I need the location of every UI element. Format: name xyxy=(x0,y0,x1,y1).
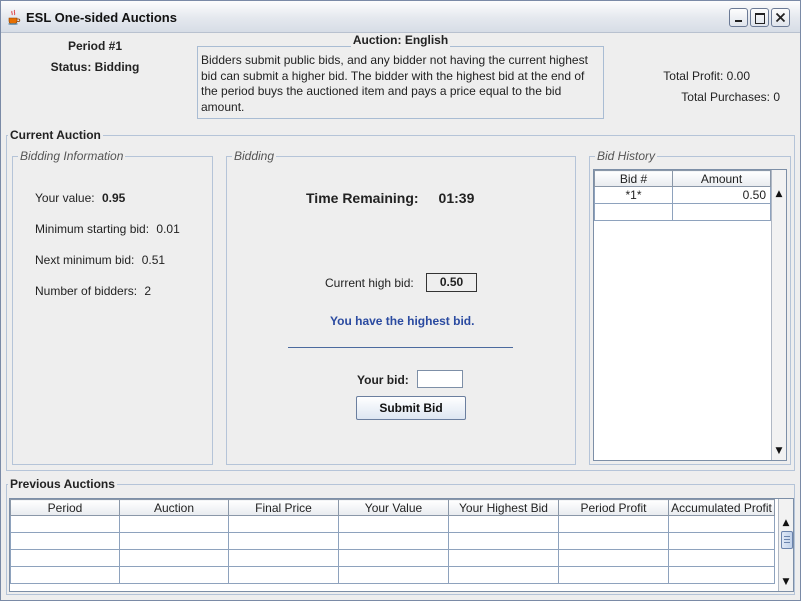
current-high-bid-value: 0.50 xyxy=(426,273,477,292)
table-row[interactable] xyxy=(10,515,775,533)
scroll-up-icon[interactable]: ▲ xyxy=(772,187,786,201)
previous-auctions-table-wrap: Period Auction Final Price Your Value Yo… xyxy=(9,498,794,592)
highest-bid-message: You have the highest bid. xyxy=(330,314,475,328)
bid-number-cell: *1* xyxy=(594,186,673,204)
period-label: Period #1 xyxy=(67,39,123,53)
table-row[interactable] xyxy=(594,203,771,221)
table-row[interactable] xyxy=(10,549,775,567)
time-remaining-label: Time Remaining: xyxy=(306,190,419,206)
table-row[interactable] xyxy=(10,532,775,550)
column-header[interactable]: Final Price xyxy=(228,499,339,516)
column-header[interactable]: Your Highest Bid xyxy=(448,499,559,516)
next-min-value: 0.51 xyxy=(141,253,166,267)
previous-auctions-label: Previous Auctions xyxy=(8,477,117,491)
num-bidders-row: Number of bidders: 2 xyxy=(35,284,152,298)
column-header[interactable]: Period xyxy=(10,499,120,516)
min-start-value: 0.01 xyxy=(156,222,180,236)
maximize-icon xyxy=(755,13,765,24)
total-profit: Total Profit: 0.00 xyxy=(663,69,750,83)
window-title: ESL One-sided Auctions xyxy=(26,10,177,25)
your-bid-input[interactable] xyxy=(417,370,463,388)
time-remaining-value: 01:39 xyxy=(438,190,475,206)
next-min-row: Next minimum bid: 0.51 xyxy=(35,253,166,267)
scroll-thumb[interactable] xyxy=(781,531,793,549)
your-value: 0.95 xyxy=(101,191,126,205)
min-start-row: Minimum starting bid: 0.01 xyxy=(35,222,180,236)
bid-history-label: Bid History xyxy=(595,149,658,163)
scroll-down-icon[interactable]: ▼ xyxy=(772,444,786,458)
time-remaining: Time Remaining: 01:39 xyxy=(306,190,474,206)
minimize-button[interactable] xyxy=(729,8,748,27)
status-label: Status: Bidding xyxy=(50,60,140,74)
scroll-up-icon[interactable]: ▲ xyxy=(779,516,793,530)
maximize-button[interactable] xyxy=(750,8,769,27)
previous-auctions-table: Period Auction Final Price Your Value Yo… xyxy=(10,499,775,584)
close-icon xyxy=(775,12,786,23)
minimize-icon xyxy=(735,20,742,22)
current-auction-label: Current Auction xyxy=(8,128,103,142)
auction-description: Bidders submit public bids, and any bidd… xyxy=(201,53,588,114)
auction-description-panel: Auction: English Bidders submit public b… xyxy=(197,33,604,119)
your-value-row: Your value: 0.95 xyxy=(35,191,126,205)
num-bidders-value: 2 xyxy=(144,284,152,298)
previous-auctions-scrollbar[interactable]: ▲ ▼ xyxy=(778,499,793,591)
your-bid-label: Your bid: xyxy=(357,373,409,387)
bidding-info-panel: Bidding Information Your value: 0.95 Min… xyxy=(12,149,213,465)
table-row[interactable] xyxy=(10,566,775,584)
scroll-down-icon[interactable]: ▼ xyxy=(779,575,793,589)
submit-bid-button[interactable]: Submit Bid xyxy=(356,396,466,420)
totals: Total Profit: 0.00 Total Purchases: 0 xyxy=(630,66,780,108)
title-bar: ESL One-sided Auctions xyxy=(1,1,800,33)
auction-title: Auction: English xyxy=(350,33,451,47)
bid-history-table: Bid # Amount *1* 0.50 xyxy=(594,170,771,221)
amount-cell: 0.50 xyxy=(672,186,771,204)
column-header[interactable]: Your Value xyxy=(338,499,449,516)
period-status: Period #1 Status: Bidding xyxy=(20,36,170,78)
total-purchases: Total Purchases: 0 xyxy=(681,90,780,104)
bid-history-table-wrap: Bid # Amount *1* 0.50 ▲ ▼ xyxy=(593,169,787,461)
bid-history-scrollbar[interactable]: ▲ ▼ xyxy=(771,170,786,460)
column-header[interactable]: Period Profit xyxy=(558,499,669,516)
table-row[interactable]: *1* 0.50 xyxy=(594,186,771,204)
current-high-bid-label: Current high bid: xyxy=(325,276,414,290)
column-header[interactable]: Amount xyxy=(672,170,771,187)
column-header[interactable]: Bid # xyxy=(594,170,673,187)
java-cup-icon xyxy=(8,9,21,25)
bidding-info-label: Bidding Information xyxy=(18,149,126,163)
separator xyxy=(288,347,513,348)
close-button[interactable] xyxy=(771,8,790,27)
column-header[interactable]: Accumulated Profit xyxy=(668,499,775,516)
bidding-label: Bidding xyxy=(232,149,277,163)
column-header[interactable]: Auction xyxy=(119,499,229,516)
